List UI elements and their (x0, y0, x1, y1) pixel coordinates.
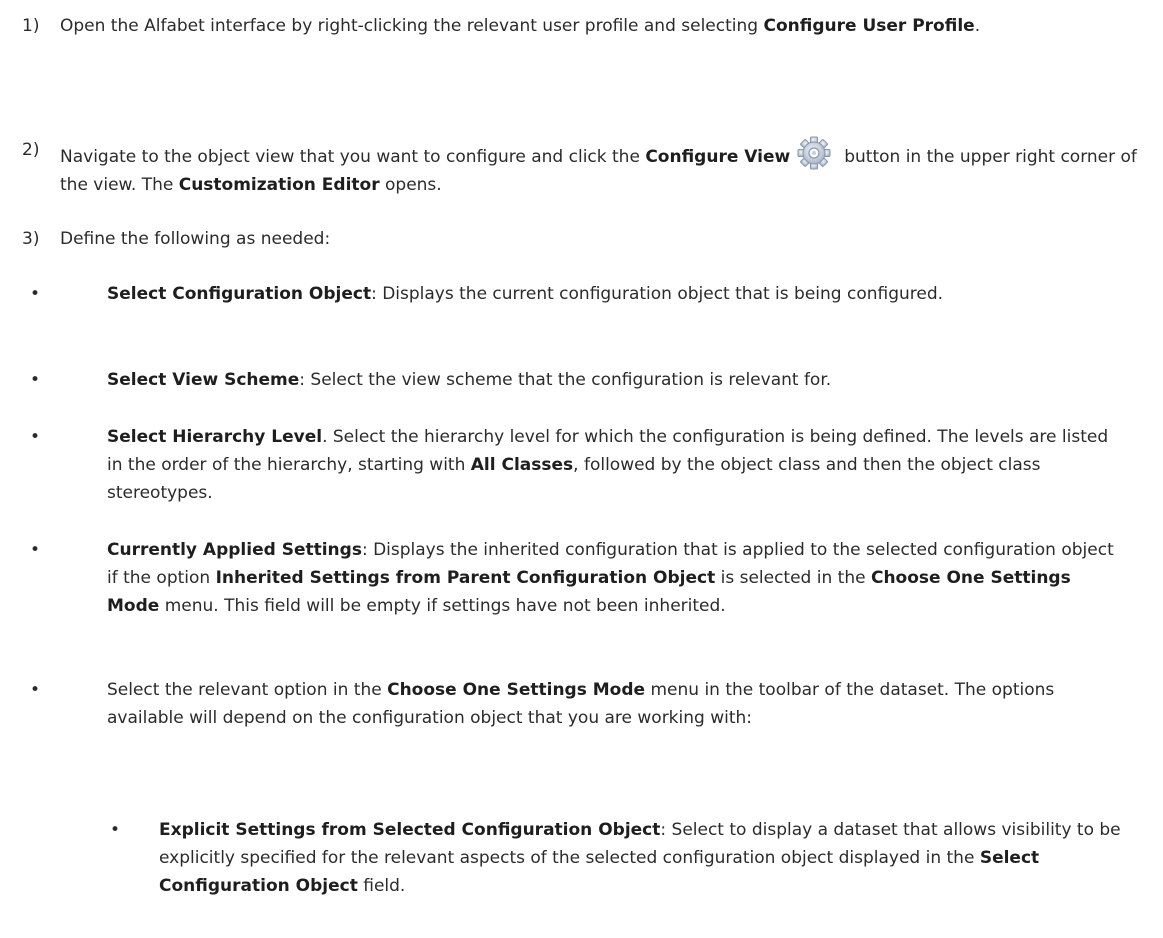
list-item-text: Select View Scheme: Select the view sche… (107, 370, 832, 390)
gear-icon (796, 136, 832, 170)
step-number: 3) (22, 229, 40, 249)
list-item-text: Select the relevant option in the Choose… (107, 680, 1055, 728)
bullet-glyph: • (110, 820, 121, 840)
list-item-text: Select Hierarchy Level. Select the hiera… (107, 427, 1109, 503)
bullet-glyph: • (30, 370, 41, 390)
step-number: 2) (22, 140, 40, 160)
list-item-text: Currently Applied Settings: Displays the… (107, 540, 1114, 616)
list-item-text: Select Configuration Object: Displays th… (107, 284, 944, 304)
bullet-glyph: • (30, 427, 41, 447)
step-number: 1) (22, 16, 40, 36)
bullet-glyph: • (30, 284, 41, 304)
bullet-glyph: • (30, 540, 41, 560)
step-text: Navigate to the object view that you wan… (60, 136, 1155, 199)
bullet-glyph: • (30, 680, 41, 700)
step-text: Open the Alfabet interface by right-clic… (60, 16, 981, 36)
step-text: Define the following as needed: (60, 229, 331, 249)
list-item-text: Explicit Settings from Selected Configur… (159, 820, 1121, 896)
